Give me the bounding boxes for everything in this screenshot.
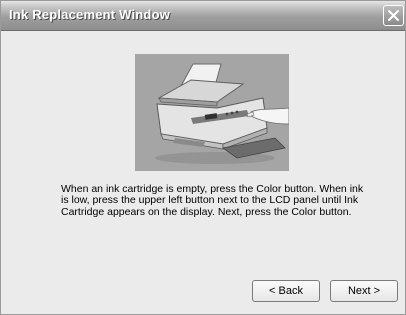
instruction-text: When an ink cartridge is empty, press th…	[61, 183, 364, 218]
window-title: Ink Replacement Window	[9, 7, 171, 22]
printer-icon	[155, 63, 290, 164]
next-button[interactable]: Next >	[330, 280, 398, 302]
printer-illustration	[135, 54, 290, 171]
ink-replacement-dialog: Ink Replacement Window When an ink cartr…	[0, 0, 406, 315]
title-bar[interactable]: Ink Replacement Window	[1, 1, 405, 31]
close-icon	[388, 10, 399, 21]
back-button[interactable]: < Back	[252, 280, 320, 302]
close-button[interactable]	[383, 5, 404, 26]
